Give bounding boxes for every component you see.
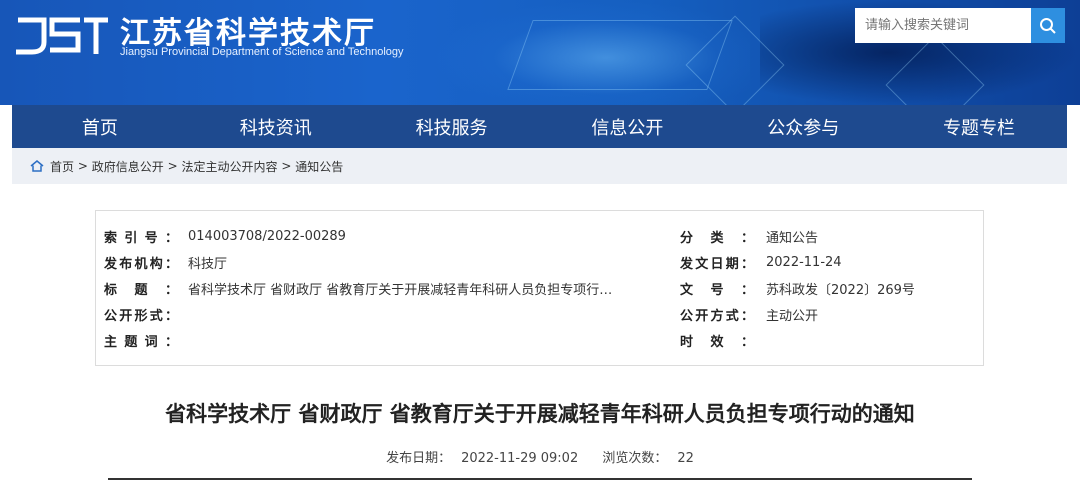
meta-label-char: 公 [680, 308, 694, 324]
breadcrumb-home[interactable]: 首页 [50, 158, 74, 175]
meta-value: 2022-11-24 [766, 254, 842, 270]
home-icon [30, 160, 44, 172]
meta-label-char: 式 [725, 308, 739, 324]
meta-right-row: 公开方式： 主动公开 [96, 301, 983, 327]
meta-label-char: 时 [680, 334, 694, 350]
meta-label-char: 日 [710, 256, 724, 272]
meta-label-colon: ： [740, 308, 754, 324]
search-button[interactable] [1031, 8, 1065, 43]
main-nav: 首页 科技资讯 科技服务 信息公开 公众参与 专题专栏 [12, 105, 1067, 148]
meta-label-char: 号 [710, 282, 724, 298]
meta-label-colon: ： [740, 334, 754, 350]
site-logo[interactable] [14, 12, 110, 58]
nav-item-services[interactable]: 科技服务 [364, 105, 540, 148]
breadcrumb-separator: > [77, 159, 88, 173]
meta-label-char: 发 [680, 256, 694, 272]
publish-date: 发布日期： 2022-11-29 09:02 [386, 451, 579, 466]
meta-right-row: 时效 ： [96, 327, 983, 353]
header-banner: 江苏省科学技术厅 Jiangsu Provincial Department o… [0, 0, 1080, 105]
meta-label-colon: ： [740, 256, 754, 272]
meta-label: 发文日期： [680, 253, 754, 272]
article-title: 省科学技术厅 省财政厅 省教育厅关于开展减轻青年科研人员负担专项行动的通知 [165, 402, 915, 426]
meta-label-char: 文 [680, 282, 694, 298]
breadcrumb-separator: > [167, 159, 178, 173]
view-count: 浏览次数： 22 [602, 451, 694, 466]
meta-value: 通知公告 [766, 230, 819, 246]
meta-label-colon: ： [740, 230, 754, 246]
meta-right-row: 文号 ： 苏科政发〔2022〕269号 [96, 275, 983, 301]
search-icon [1040, 17, 1056, 34]
nav-item-news[interactable]: 科技资讯 [188, 105, 364, 148]
meta-label: 时效 ： [680, 331, 754, 350]
meta-label: 公开方式： [680, 305, 754, 324]
search-box [855, 8, 1065, 43]
breadcrumb-disclosure[interactable]: 政府信息公开 [92, 158, 164, 175]
search-input[interactable] [855, 8, 1031, 43]
article-divider [108, 478, 972, 480]
meta-label: 文号 ： [680, 279, 754, 298]
meta-value: 主动公开 [766, 308, 819, 324]
meta-label: 分类 ： [680, 227, 754, 246]
article-info: 发布日期： 2022-11-29 09:02 浏览次数： 22 [0, 447, 1080, 466]
meta-right-row: 分类 ： 通知公告 [96, 223, 983, 249]
document-meta-box: 索引号： 014003708/2022-00289 发布机构：科技厅标题：省科学技术… [95, 210, 984, 366]
meta-label-char: 效 [710, 334, 724, 350]
meta-label-colon: ： [740, 282, 754, 298]
meta-label-char: 开 [695, 308, 709, 324]
nav-item-disclosure[interactable]: 信息公开 [539, 105, 715, 148]
breadcrumb-separator: > [281, 159, 292, 173]
nav-item-home[interactable]: 首页 [12, 105, 188, 148]
meta-label-char: 期 [725, 256, 739, 272]
meta-label-char: 类 [710, 230, 724, 246]
meta-label-char: 分 [680, 230, 694, 246]
meta-right-row: 发文日期： 2022-11-24 [96, 249, 983, 275]
nav-item-participation[interactable]: 公众参与 [715, 105, 891, 148]
site-subtitle: Jiangsu Provincial Department of Science… [120, 46, 404, 58]
nav-item-topics[interactable]: 专题专栏 [891, 105, 1067, 148]
meta-value: 苏科政发〔2022〕269号 [766, 282, 915, 298]
meta-label-char: 文 [695, 256, 709, 272]
breadcrumb-statutory[interactable]: 法定主动公开内容 [181, 158, 277, 175]
breadcrumb-notices[interactable]: 通知公告 [295, 158, 343, 175]
breadcrumb: 首页 > 政府信息公开 > 法定主动公开内容 > 通知公告 [12, 148, 1067, 184]
meta-label-char: 方 [710, 308, 724, 324]
